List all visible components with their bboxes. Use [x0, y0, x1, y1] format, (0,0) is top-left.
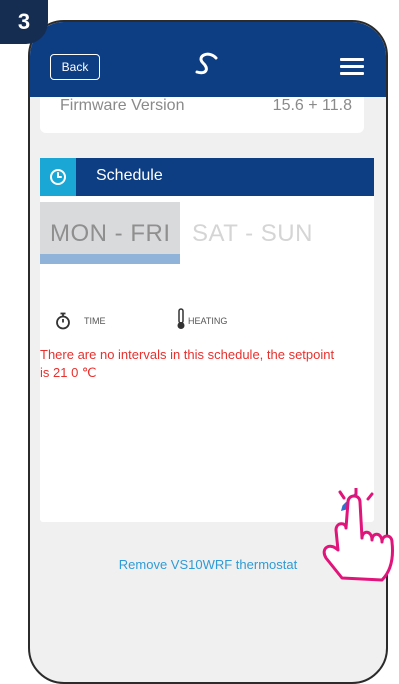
app-header: Back [30, 22, 386, 97]
tab-sat-sun[interactable]: SAT - SUN [192, 220, 313, 248]
schedule-title: Schedule [96, 167, 163, 184]
thermometer-icon [177, 308, 185, 329]
phone-frame: Back Firmware Version 15.6 + 11.8 Schedu… [28, 20, 388, 684]
firmware-label: Firmware Version [60, 97, 185, 114]
hamburger-menu-icon[interactable] [340, 58, 364, 75]
back-button[interactable]: Back [50, 54, 100, 80]
tab-mon-fri[interactable]: MON - FRI [40, 202, 180, 264]
firmware-value: 15.6 + 11.8 [272, 97, 352, 114]
stopwatch-icon [56, 312, 70, 330]
schedule-card: Schedule MON - FRI SAT - SUN TIME HEATIN… [40, 158, 374, 522]
schedule-clock-icon [40, 158, 76, 196]
time-column-header: TIME [84, 316, 106, 326]
schedule-header: Schedule [40, 158, 374, 196]
step-number-badge: 3 [0, 0, 48, 44]
no-intervals-message: There are no intervals in this schedule,… [40, 347, 335, 380]
salus-logo-icon [195, 52, 218, 75]
tab-mon-fri-label: MON - FRI [50, 220, 171, 247]
selected-tab-indicator [40, 254, 180, 264]
hand-pointer-icon [322, 488, 394, 582]
heating-column-header: HEATING [188, 316, 228, 326]
firmware-row: Firmware Version 15.6 + 11.8 [40, 97, 364, 133]
